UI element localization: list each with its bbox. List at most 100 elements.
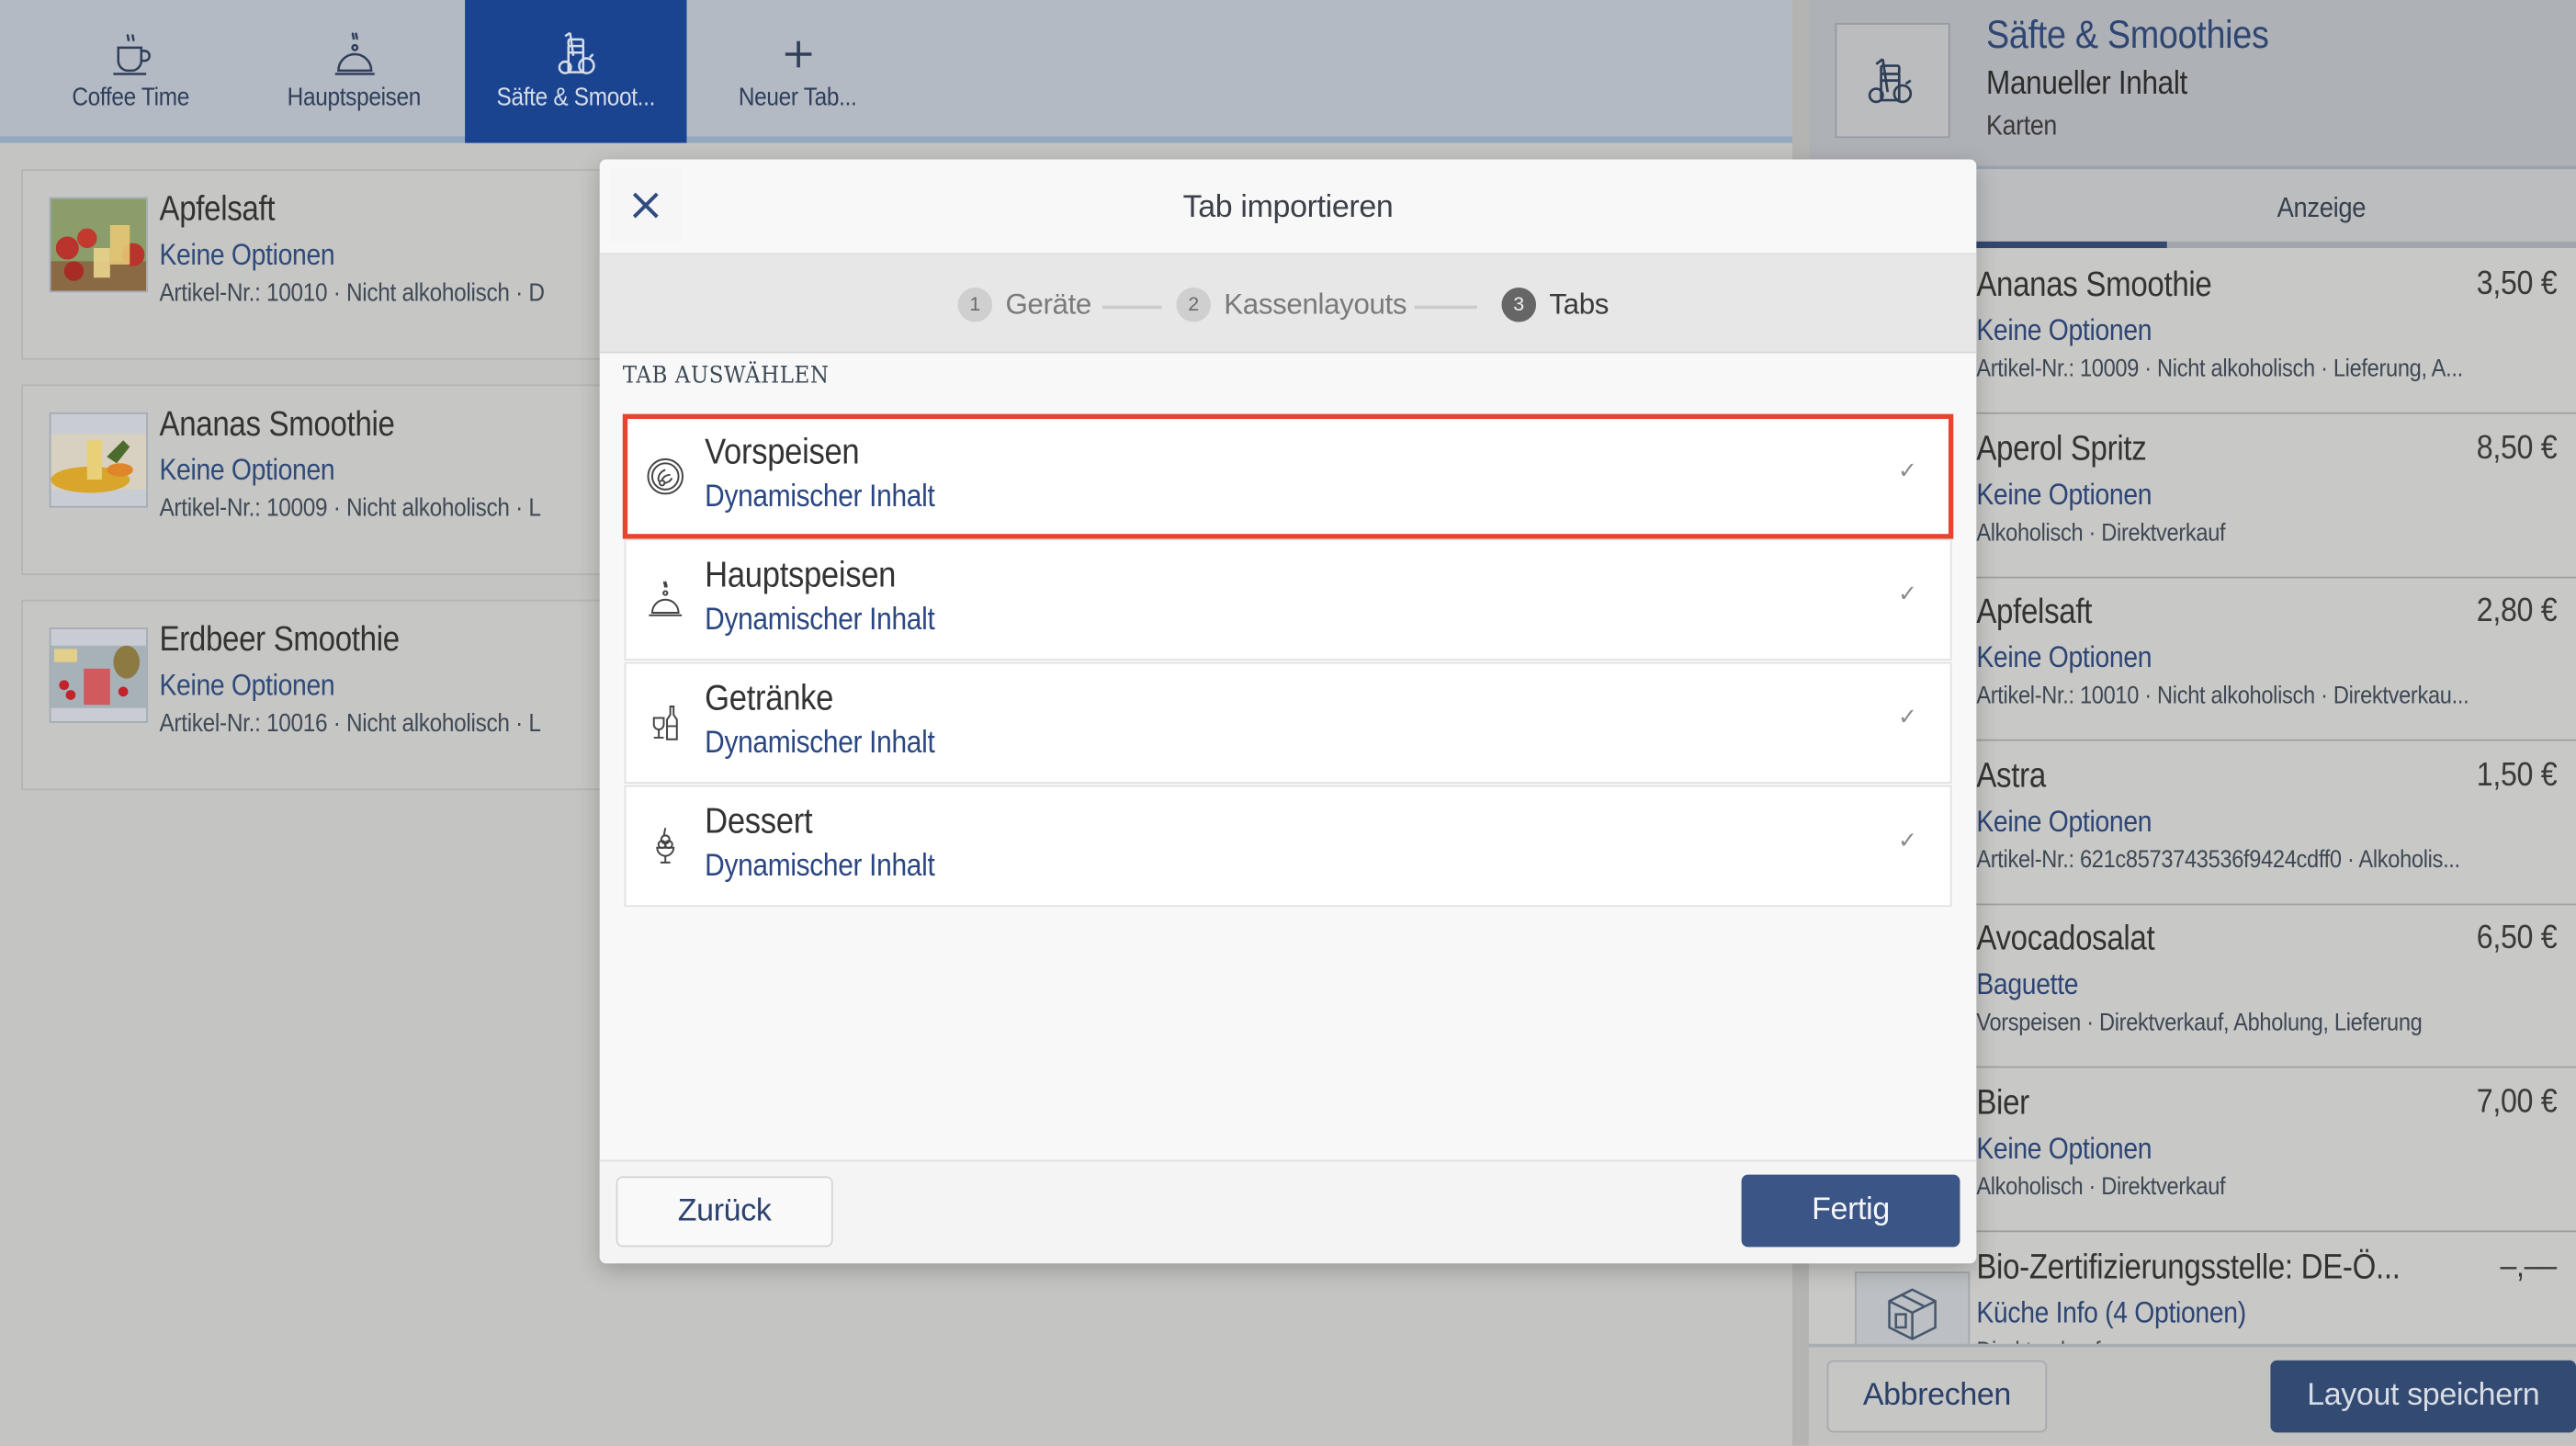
check-icon: ✓ bbox=[1897, 457, 1917, 483]
strawberry-smoothie-photo bbox=[49, 627, 148, 723]
tab-option-type: Dynamischer Inhalt bbox=[705, 849, 935, 885]
check-icon: ✓ bbox=[1897, 580, 1917, 606]
step-indicator: 1 Geräte 2 Kassenlayouts 3 Tabs bbox=[599, 254, 1977, 354]
tab-option-type: Dynamischer Inhalt bbox=[705, 726, 935, 761]
cloche-icon bbox=[649, 581, 683, 616]
cancel-button[interactable]: Abbrechen bbox=[1826, 1360, 2048, 1433]
panel-header: Säfte & Smoothies Manueller Inhalt Karte… bbox=[1808, 0, 2576, 170]
tab-option-name: Dessert bbox=[705, 799, 813, 842]
position-name: Bio-Zertifizierungsstelle: DE-Ö... bbox=[1976, 1248, 2401, 1287]
box-icon bbox=[1888, 1288, 1937, 1340]
step-label: Geräte bbox=[1005, 287, 1091, 321]
section-label: TAB AUSWÄHLEN bbox=[622, 363, 830, 390]
card-name: Erdbeer Smoothie bbox=[159, 620, 400, 660]
card-name: Ananas Smoothie bbox=[159, 405, 395, 444]
product-card[interactable]: Ananas Smoothie Keine Optionen Artikel-N… bbox=[21, 384, 650, 575]
step-number: 3 bbox=[1501, 287, 1537, 322]
position-options: Keine Optionen bbox=[1976, 640, 2152, 674]
position-meta: Vorspeisen · Direktverkauf, Abholung, Li… bbox=[1976, 1009, 2423, 1037]
position-options: Keine Optionen bbox=[1976, 313, 2152, 347]
position-name: Bier bbox=[1976, 1084, 2029, 1123]
step-connector bbox=[1102, 305, 1162, 309]
new-tab-button[interactable]: Neuer Tab... bbox=[687, 0, 909, 143]
position-meta: Artikel-Nr.: 621c8573743536f9424cdff0 · … bbox=[1976, 845, 2460, 875]
step-geraete: 1 Geräte bbox=[957, 286, 1091, 322]
apple-juice-photo bbox=[49, 197, 148, 293]
tab-selection-list: Vorspeisen Dynamischer Inhalt ✓ Hauptspe… bbox=[622, 413, 1954, 908]
card-meta: Artikel-Nr.: 10010 · Nicht alkoholisch ·… bbox=[159, 279, 545, 308]
bottle-glass-icon bbox=[652, 705, 678, 740]
tab-anzeige[interactable]: Anzeige bbox=[2277, 192, 2367, 225]
position-price: 2,80 € bbox=[2476, 593, 2557, 629]
step-number: 2 bbox=[1176, 287, 1211, 322]
juice-glass-icon bbox=[1868, 58, 1913, 104]
tab-option-getraenke[interactable]: Getränke Dynamischer Inhalt ✓ bbox=[624, 661, 1952, 785]
panel-layout-type: Karten bbox=[1986, 109, 2057, 141]
position-options: Baguette bbox=[1976, 967, 2079, 1001]
position-price: 8,50 € bbox=[2476, 430, 2557, 467]
tab-saefte-smoothies[interactable]: Säfte & Smoot... bbox=[465, 0, 687, 143]
panel-title: Säfte & Smoothies bbox=[1986, 13, 2269, 58]
position-price: 6,50 € bbox=[2476, 920, 2557, 956]
tab-icon-button[interactable] bbox=[1835, 23, 1950, 139]
tab-label: Neuer Tab... bbox=[738, 84, 857, 112]
position-options: Keine Optionen bbox=[1976, 805, 2152, 839]
dialog-header: Tab importieren bbox=[599, 159, 1977, 255]
juice-glass-icon bbox=[557, 31, 594, 74]
tab-option-name: Hauptspeisen bbox=[705, 553, 897, 595]
step-label: Kassenlayouts bbox=[1224, 287, 1407, 321]
step-kassenlayouts: 2 Kassenlayouts bbox=[1176, 286, 1407, 322]
cloche-icon bbox=[333, 32, 374, 75]
tab-option-name: Getränke bbox=[705, 676, 834, 718]
position-options: Keine Optionen bbox=[1976, 1132, 2152, 1165]
dialog-footer: Zurück Fertig bbox=[599, 1159, 1977, 1264]
tab-option-vorspeisen[interactable]: Vorspeisen Dynamischer Inhalt ✓ bbox=[622, 413, 1954, 539]
tab-option-name: Vorspeisen bbox=[705, 430, 860, 472]
product-card[interactable]: Erdbeer Smoothie Keine Optionen Artikel-… bbox=[21, 599, 650, 791]
tab-hauptspeisen[interactable]: Hauptspeisen bbox=[243, 0, 465, 143]
position-price: 3,50 € bbox=[2476, 265, 2557, 303]
ice-cream-cup-icon bbox=[656, 828, 675, 864]
tab-label: Säfte & Smoot... bbox=[496, 84, 656, 112]
tab-label: Coffee Time bbox=[72, 84, 189, 112]
position-name: Avocadosalat bbox=[1976, 920, 2155, 958]
tab-label: Hauptspeisen bbox=[287, 84, 422, 112]
dialog-title: Tab importieren bbox=[1182, 190, 1394, 225]
done-button[interactable]: Fertig bbox=[1741, 1174, 1960, 1248]
position-meta: Alkoholisch · Direktverkauf bbox=[1976, 1172, 2226, 1202]
tab-bar: Coffee Time Hauptspeisen Säfte & Smoot..… bbox=[0, 0, 1793, 143]
card-meta: Artikel-Nr.: 10009 · Nicht alkoholisch ·… bbox=[159, 494, 541, 523]
position-options: Küche Info (4 Optionen) bbox=[1976, 1295, 2246, 1329]
tab-option-type: Dynamischer Inhalt bbox=[705, 480, 935, 514]
position-meta: Alkoholisch · Direktverkauf bbox=[1976, 519, 2226, 548]
back-button[interactable]: Zurück bbox=[616, 1176, 833, 1248]
card-options: Keine Optionen bbox=[159, 453, 335, 487]
position-options: Keine Optionen bbox=[1976, 478, 2152, 512]
card-meta: Artikel-Nr.: 10016 · Nicht alkoholisch ·… bbox=[159, 709, 541, 738]
check-icon: ✓ bbox=[1897, 703, 1917, 730]
plus-icon bbox=[784, 40, 811, 68]
step-label: Tabs bbox=[1549, 287, 1610, 321]
card-options: Keine Optionen bbox=[159, 238, 335, 272]
panel-footer: Abbrechen Layout speichern bbox=[1808, 1343, 2576, 1446]
position-price: –,–– bbox=[2500, 1248, 2557, 1285]
position-meta: Artikel-Nr.: 10009 · Nicht alkoholisch ·… bbox=[1976, 355, 2463, 383]
position-name: Apfelsaft bbox=[1976, 593, 2093, 631]
save-layout-button[interactable]: Layout speichern bbox=[2270, 1360, 2576, 1433]
position-name: Ananas Smoothie bbox=[1976, 265, 2212, 304]
position-price: 1,50 € bbox=[2476, 757, 2557, 794]
card-options: Keine Optionen bbox=[159, 668, 335, 702]
step-tabs: 3 Tabs bbox=[1501, 286, 1610, 322]
tab-option-hauptspeisen[interactable]: Hauptspeisen Dynamischer Inhalt ✓ bbox=[624, 538, 1952, 661]
step-number: 1 bbox=[957, 287, 993, 322]
panel-content-type: Manueller Inhalt bbox=[1986, 65, 2187, 102]
position-name: Astra bbox=[1976, 757, 2046, 796]
app-screen: Coffee Time Hauptspeisen Säfte & Smoot..… bbox=[0, 0, 2576, 1446]
tab-option-dessert[interactable]: Dessert Dynamischer Inhalt ✓ bbox=[624, 785, 1952, 908]
position-price: 7,00 € bbox=[2476, 1084, 2557, 1121]
tab-option-type: Dynamischer Inhalt bbox=[705, 603, 935, 638]
tab-coffee-time[interactable]: Coffee Time bbox=[19, 0, 241, 143]
product-card[interactable]: Apfelsaft Keine Optionen Artikel-Nr.: 10… bbox=[21, 169, 650, 360]
position-meta: Artikel-Nr.: 10010 · Nicht alkoholisch ·… bbox=[1976, 682, 2469, 710]
import-tab-dialog: Tab importieren 1 Geräte 2 Kassenlayouts 3… bbox=[599, 159, 1977, 1264]
